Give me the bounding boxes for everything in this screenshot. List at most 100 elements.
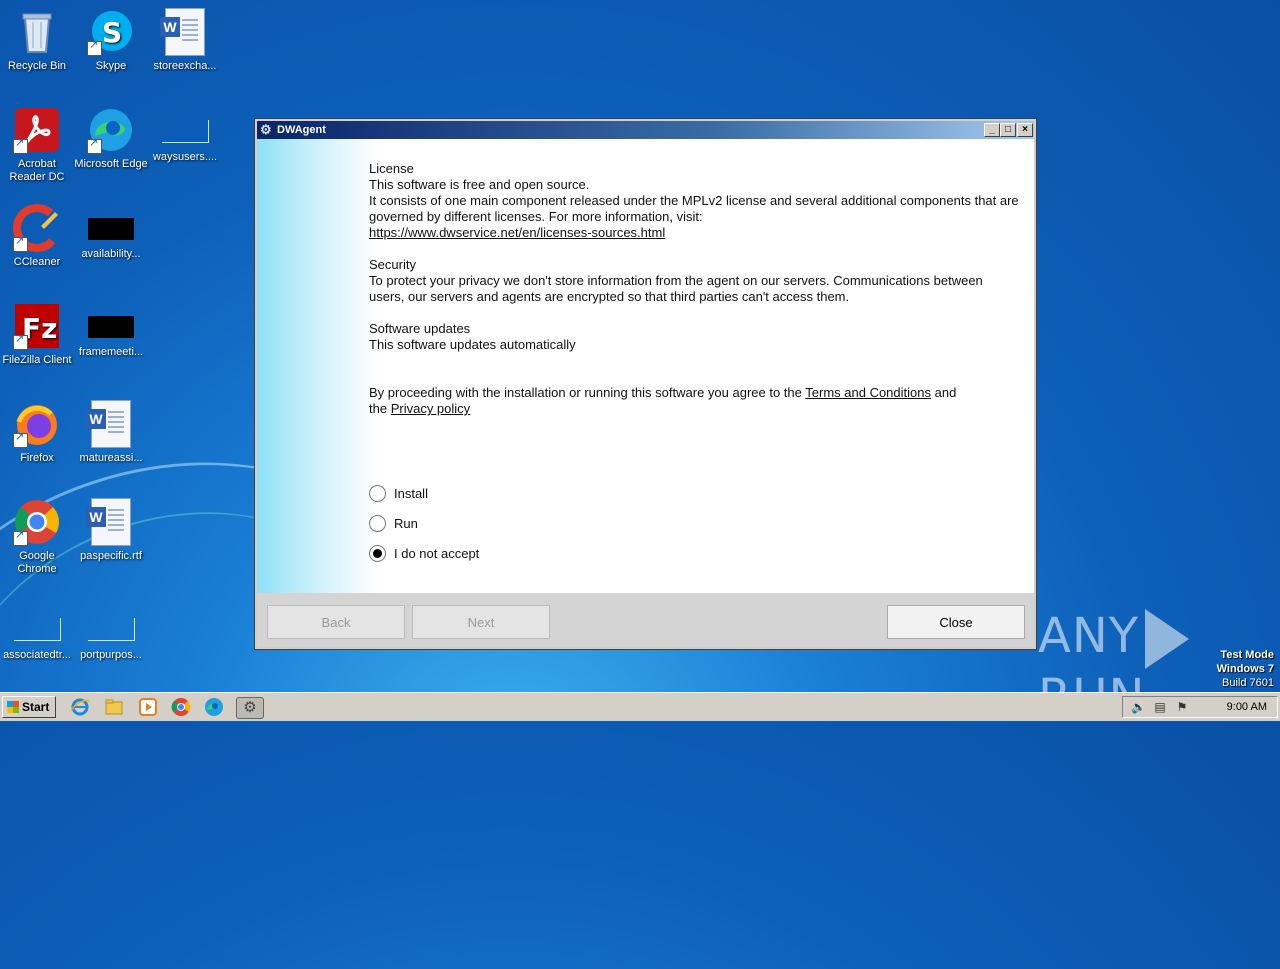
radio-circle[interactable] [369, 485, 386, 502]
terms-link[interactable]: Terms and Conditions [805, 385, 931, 400]
desktop-icon-label: storeexcha... [153, 60, 217, 72]
license-heading: License [369, 161, 414, 176]
clock[interactable]: 9:00 AM [1227, 697, 1267, 717]
radio-run[interactable]: Run [369, 515, 418, 532]
privacy-link[interactable]: Privacy policy [391, 401, 470, 416]
skype-icon: S [87, 8, 135, 56]
recycle-bin-icon [13, 8, 61, 56]
close-button[interactable]: Close [887, 605, 1025, 639]
desktop-icon-acrobat[interactable]: Acrobat Reader DC [0, 106, 74, 184]
updates-text: This software updates automatically [369, 337, 576, 352]
next-button[interactable]: Next [412, 605, 550, 639]
desktop-icon-label: matureassi... [79, 452, 143, 464]
security-heading: Security [369, 257, 416, 272]
installer-content: License This software is free and open s… [257, 139, 1034, 593]
desktop-icon-framemeeti[interactable]: framemeeti... [74, 302, 148, 359]
desktop-icon-firefox[interactable]: Firefox [0, 400, 74, 465]
desktop-icon-matureassi[interactable]: matureassi... [74, 400, 148, 465]
radio-circle[interactable] [369, 515, 386, 532]
desktop-icon-associated[interactable]: associatedtr... [0, 604, 74, 662]
word-document-icon [86, 498, 135, 546]
license-line2: It consists of one main component releas… [369, 193, 1019, 224]
close-window-button[interactable]: × [1017, 123, 1033, 137]
action-center-flag-icon[interactable]: ⚑ [1175, 700, 1189, 714]
start-button[interactable]: Start [2, 696, 56, 718]
media-player-icon[interactable] [138, 697, 158, 717]
blank-file-icon [87, 618, 135, 641]
desktop-icon-label: associatedtr... [3, 649, 71, 661]
window-titlebar[interactable]: ⚙ DWAgent _ □ × [257, 121, 1034, 139]
test-mode-line1: Test Mode [1220, 649, 1274, 661]
dwagent-window: ⚙ DWAgent _ □ × License This software is… [254, 118, 1037, 650]
edge-icon [87, 106, 135, 154]
edge-icon[interactable] [204, 697, 224, 717]
black-file-thumbnail [88, 218, 134, 240]
window-title: DWAgent [277, 124, 326, 136]
side-gradient-banner [257, 139, 377, 593]
play-icon [1145, 609, 1190, 669]
gear-icon: ⚙ [260, 122, 272, 137]
blank-file-icon [13, 618, 61, 641]
speaker-icon[interactable]: 🔈 [1131, 700, 1146, 714]
radio-label: Run [394, 516, 418, 531]
taskbar: Start ⚙ 🔈 ▤ ⚑ 9:00 AM [0, 692, 1280, 721]
ccleaner-icon [13, 204, 61, 252]
desktop-icon-label: framemeeti... [78, 346, 144, 358]
desktop-icon-filezilla[interactable]: Fz FileZilla Client [0, 302, 74, 367]
desktop-icon-label: paspecific.rtf [80, 550, 142, 562]
chrome-icon [13, 498, 61, 546]
licenses-link[interactable]: https://www.dwservice.net/en/licenses-so… [369, 225, 665, 240]
radio-label: I do not accept [394, 546, 480, 561]
desktop-icon-skype[interactable]: S Skype [74, 8, 148, 73]
desktop-icon-paspecific[interactable]: paspecific.rtf [74, 498, 148, 563]
explorer-icon[interactable] [104, 697, 124, 717]
test-mode-line2: Windows 7 [1216, 663, 1274, 675]
radio-label: Install [394, 486, 428, 501]
agree-and: and [934, 385, 957, 400]
word-document-icon [160, 8, 209, 56]
desktop-icon-label: CCleaner [13, 256, 61, 268]
radio-install[interactable]: Install [369, 485, 428, 502]
desktop-icon-availability[interactable]: availability... [74, 204, 148, 261]
test-mode-badge: Test Mode Windows 7 Build 7601 [1217, 648, 1274, 690]
firefox-icon [13, 400, 61, 448]
ie-icon[interactable] [70, 697, 90, 717]
desktop-icon-label: Firefox [20, 452, 54, 464]
agree-text: By proceeding with the installation or r… [369, 385, 802, 400]
license-line1: This software is free and open source. [369, 177, 590, 192]
desktop-icon-label: Google Chrome [17, 550, 57, 575]
desktop-icon-label: availability... [81, 248, 141, 260]
maximize-button[interactable]: □ [1000, 123, 1016, 137]
network-icon[interactable]: ▤ [1153, 700, 1167, 714]
watermark-left: ANY [1038, 608, 1140, 664]
desktop-icon-recycle-bin[interactable]: Recycle Bin [0, 8, 74, 73]
dwagent-taskbar-button[interactable]: ⚙ [236, 697, 264, 719]
security-text: To protect your privacy we don't store i… [369, 273, 983, 304]
gear-icon: ⚙ [243, 699, 257, 716]
svg-text:S: S [102, 16, 122, 49]
acrobat-icon [13, 106, 61, 154]
updates-heading: Software updates [369, 321, 471, 336]
desktop-icon-label: Acrobat Reader DC [9, 158, 65, 183]
desktop-icon-label: Recycle Bin [7, 60, 67, 72]
word-document-icon [86, 400, 135, 448]
back-button[interactable]: Back [267, 605, 405, 639]
minimize-button[interactable]: _ [984, 123, 1000, 137]
system-tray: 🔈 ▤ ⚑ 9:00 AM [1122, 696, 1278, 718]
desktop-icon-chrome[interactable]: Google Chrome [0, 498, 74, 576]
black-file-thumbnail [88, 316, 134, 338]
desktop-icon-portpurpos[interactable]: portpurpos... [74, 604, 148, 662]
chrome-icon[interactable] [171, 697, 191, 717]
desktop-icon-label: FileZilla Client [2, 354, 72, 366]
desktop-icon-label: portpurpos... [80, 649, 142, 661]
radio-do-not-accept[interactable]: I do not accept [369, 545, 479, 562]
agreement-text: License This software is free and open s… [369, 161, 1019, 417]
desktop-icon-label: Microsoft Edge [74, 158, 148, 170]
desktop-icon-label: waysusers.... [152, 151, 218, 163]
desktop-icon-ccleaner[interactable]: CCleaner [0, 204, 74, 269]
button-bar: Back Next Close [257, 593, 1034, 647]
radio-circle-selected[interactable] [369, 545, 386, 562]
desktop-icon-edge[interactable]: Microsoft Edge [74, 106, 148, 171]
desktop-icon-storeexcha[interactable]: storeexcha... [148, 8, 222, 73]
desktop-icon-waysusers[interactable]: waysusers.... [148, 106, 222, 164]
